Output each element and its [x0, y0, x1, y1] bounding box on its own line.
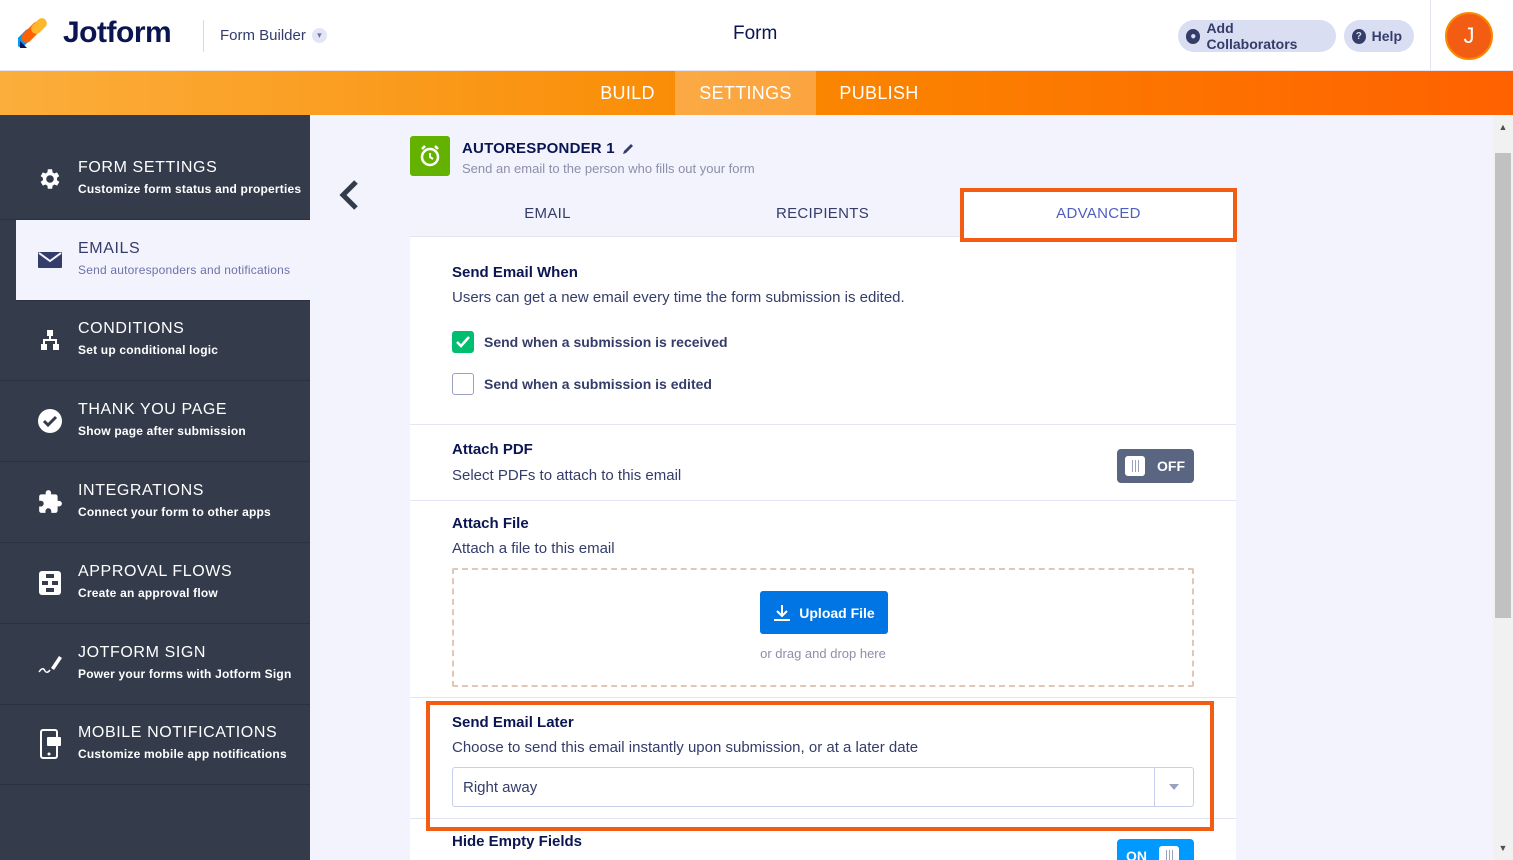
top-header: Jotform Form Builder ▾ Form ● Add Collab… [0, 0, 1513, 71]
envelope-icon [36, 246, 64, 274]
sidebar-item-subtitle: Show page after submission [78, 424, 246, 438]
upload-file-button[interactable]: Upload File [760, 591, 888, 634]
send-email-when-desc: Users can get a new email every time the… [452, 289, 905, 306]
avatar-container: J [1430, 0, 1513, 71]
pencil-edit-icon[interactable] [621, 142, 635, 156]
checkbox-label: Send when a submission is received [484, 334, 728, 350]
toggle-label: ON [1126, 848, 1147, 860]
sidebar-item-form-settings[interactable]: FORM SETTINGS Customize form status and … [0, 139, 310, 220]
page-scrollbar[interactable]: ▲ ▼ [1493, 115, 1513, 860]
attach-file-title: Attach File [452, 515, 529, 532]
approval-flow-icon [36, 569, 64, 597]
tab-email[interactable]: EMAIL [410, 190, 685, 237]
sidebar-item-emails[interactable]: EMAILS Send autoresponders and notificat… [16, 220, 310, 301]
puzzle-icon [36, 488, 64, 516]
send-email-later-desc: Choose to send this email instantly upon… [452, 739, 919, 756]
send-email-later-title: Send Email Later [452, 714, 574, 731]
gear-icon [36, 165, 64, 193]
checkbox-submission-received[interactable]: Send when a submission is received [452, 331, 728, 353]
checkbox-unchecked-icon[interactable] [452, 373, 474, 395]
help-button[interactable]: ? Help [1344, 20, 1414, 52]
settings-sidebar: FORM SETTINGS Customize form status and … [0, 115, 310, 860]
collapse-panel-chevron-left-icon[interactable] [334, 178, 364, 212]
sidebar-item-title: INTEGRATIONS [78, 482, 205, 499]
question-icon: ? [1352, 28, 1366, 44]
nav-tab-settings[interactable]: SETTINGS [675, 71, 816, 115]
form-builder-label: Form Builder [220, 27, 306, 44]
attach-pdf-desc: Select PDFs to attach to this email [452, 467, 682, 484]
user-icon: ● [1186, 28, 1201, 44]
sidebar-item-subtitle: Customize mobile app notifications [78, 747, 287, 761]
autoresponder-title-text: AUTORESPONDER 1 [462, 140, 615, 157]
send-later-selected-value: Right away [463, 779, 538, 796]
toggle-knob-icon [1125, 456, 1145, 476]
builder-nav: BUILD SETTINGS PUBLISH [0, 71, 1513, 115]
attach-pdf-section: Attach PDF Select PDFs to attach to this… [410, 425, 1236, 501]
nav-tab-publish[interactable]: PUBLISH [816, 71, 942, 115]
sidebar-item-title: APPROVAL FLOWS [78, 563, 233, 580]
help-label: Help [1371, 28, 1402, 44]
download-arrow-icon [774, 604, 791, 621]
sidebar-item-conditions[interactable]: CONDITIONS Set up conditional logic [0, 300, 310, 381]
autoresponder-title[interactable]: AUTORESPONDER 1 [462, 140, 635, 157]
scrollbar-thumb[interactable] [1495, 153, 1511, 618]
upload-file-label: Upload File [799, 604, 875, 621]
form-title[interactable]: Form [733, 23, 777, 45]
scroll-down-arrow-icon[interactable]: ▼ [1493, 838, 1513, 858]
toggle-knob-icon [1159, 846, 1179, 860]
sidebar-item-title: MOBILE NOTIFICATIONS [78, 724, 278, 741]
sidebar-item-subtitle: Set up conditional logic [78, 343, 219, 357]
hide-empty-fields-title: Hide Empty Fields [452, 833, 583, 850]
autoresponder-subtitle: Send an email to the person who fills ou… [462, 161, 755, 176]
sidebar-item-mobile-notifications[interactable]: MOBILE NOTIFICATIONS Customize mobile ap… [0, 704, 310, 785]
hide-empty-fields-toggle[interactable]: ON [1117, 839, 1194, 860]
add-collaborators-button[interactable]: ● Add Collaborators [1178, 20, 1336, 52]
conditions-icon [36, 326, 64, 354]
sidebar-item-title: THANK YOU PAGE [78, 401, 228, 418]
checkbox-checked-icon[interactable] [452, 331, 474, 353]
scroll-up-arrow-icon[interactable]: ▲ [1493, 117, 1513, 137]
sidebar-item-integrations[interactable]: INTEGRATIONS Connect your form to other … [0, 462, 310, 543]
sidebar-item-title: CONDITIONS [78, 320, 185, 337]
advanced-settings-panel: Send Email When Users can get a new emai… [410, 237, 1236, 860]
tab-recipients[interactable]: RECIPIENTS [685, 190, 960, 237]
checkbox-submission-edited[interactable]: Send when a submission is edited [452, 373, 712, 395]
sidebar-item-jotform-sign[interactable]: JOTFORM SIGN Power your forms with Jotfo… [0, 624, 310, 705]
attach-file-desc: Attach a file to this email [452, 540, 615, 557]
file-dropzone[interactable]: Upload File or drag and drop here [452, 568, 1194, 687]
dropdown-arrow-icon[interactable] [1154, 768, 1193, 806]
send-email-when-section: Send Email When Users can get a new emai… [410, 237, 1236, 425]
attach-pdf-toggle[interactable]: OFF [1117, 449, 1194, 483]
sidebar-item-title: JOTFORM SIGN [78, 644, 207, 661]
add-collaborators-label: Add Collaborators [1206, 20, 1298, 52]
sidebar-item-subtitle: Customize form status and properties [78, 182, 302, 196]
send-later-select[interactable]: Right away [452, 767, 1194, 807]
send-email-when-title: Send Email When [452, 264, 578, 281]
sidebar-item-subtitle: Power your forms with Jotform Sign [78, 667, 292, 681]
sidebar-item-title: EMAILS [78, 240, 141, 257]
nav-tab-build[interactable]: BUILD [580, 71, 675, 115]
check-circle-icon [36, 407, 64, 435]
header-divider [203, 20, 204, 52]
toggle-label: OFF [1157, 458, 1185, 474]
drag-drop-hint: or drag and drop here [760, 646, 886, 661]
chevron-down-icon: ▾ [311, 28, 327, 43]
form-builder-menu[interactable]: Form Builder ▾ [220, 27, 327, 44]
sidebar-item-approval-flows[interactable]: APPROVAL FLOWS Create an approval flow [0, 543, 310, 624]
signature-pen-icon [36, 650, 64, 678]
sidebar-item-subtitle: Send autoresponders and notifications [78, 263, 291, 277]
mobile-notification-icon [36, 729, 64, 759]
sidebar-item-subtitle: Create an approval flow [78, 586, 218, 600]
checkbox-label: Send when a submission is edited [484, 376, 712, 392]
brand-name[interactable]: Jotform [63, 16, 172, 50]
email-tabs: EMAIL RECIPIENTS ADVANCED [410, 190, 1236, 237]
sidebar-item-subtitle: Connect your form to other apps [78, 505, 271, 519]
tab-advanced[interactable]: ADVANCED [961, 190, 1236, 237]
jotform-logo-icon[interactable] [18, 17, 50, 49]
sidebar-item-thank-you-page[interactable]: THANK YOU PAGE Show page after submissio… [0, 381, 310, 462]
sidebar-item-title: FORM SETTINGS [78, 159, 218, 176]
avatar[interactable]: J [1445, 12, 1493, 60]
alarm-clock-icon [410, 136, 450, 176]
attach-pdf-title: Attach PDF [452, 441, 533, 458]
